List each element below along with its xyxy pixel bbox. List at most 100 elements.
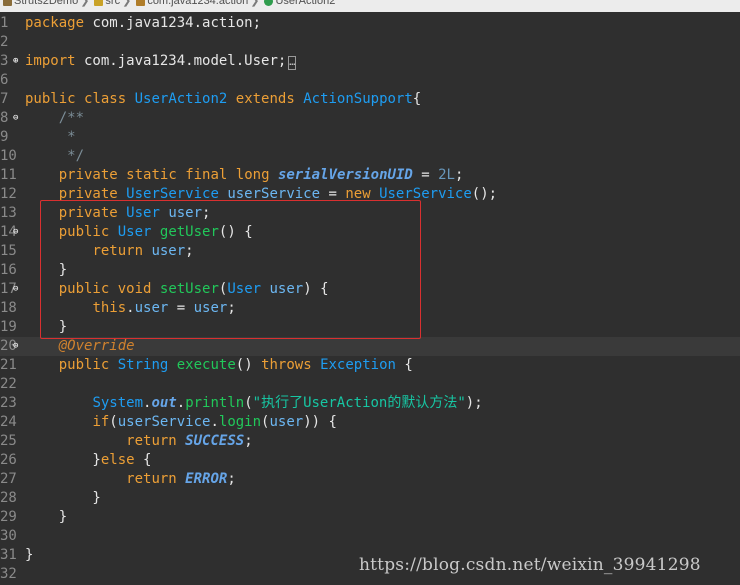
code-line[interactable]: */ xyxy=(0,147,740,166)
code-line[interactable]: @Override xyxy=(0,337,740,356)
code-token: out xyxy=(151,395,177,411)
line-number: 7 xyxy=(0,91,9,107)
line-number: 31 xyxy=(0,547,17,563)
line-number: 23 xyxy=(0,395,17,411)
code-line[interactable]: return ERROR; xyxy=(0,470,740,489)
code-token: println xyxy=(185,395,245,411)
code-line[interactable]: * xyxy=(0,128,740,147)
code-token: import xyxy=(25,53,76,69)
line-number: 26 xyxy=(0,452,17,468)
code-text: } xyxy=(25,489,101,508)
code-token: System xyxy=(92,395,144,411)
breadcrumb-separator-icon: ❯ xyxy=(250,0,260,7)
line-number: 10 xyxy=(0,148,17,164)
fold-collapse-icon[interactable]: ⊖ xyxy=(13,285,22,294)
code-text: System.out.println("执行了UserAction的默认方法")… xyxy=(25,394,482,413)
code-line[interactable]: public class UserAction2 extends ActionS… xyxy=(0,90,740,109)
fold-collapse-icon[interactable]: ⊖ xyxy=(13,342,22,351)
code-token: user xyxy=(269,414,304,430)
code-token: UserAction2 xyxy=(134,91,228,107)
code-token: throws xyxy=(261,357,312,373)
code-text: */ xyxy=(25,147,84,166)
code-token: . xyxy=(210,414,219,430)
line-number: 16 xyxy=(0,262,17,278)
code-token: } xyxy=(25,547,34,563)
code-line[interactable]: if(userService.login(user)) { xyxy=(0,413,740,432)
code-token: SUCCESS xyxy=(185,433,245,449)
code-token: Exception xyxy=(320,357,396,373)
code-text: public String execute() throws Exception… xyxy=(25,356,413,375)
code-text: private static final long serialVersionU… xyxy=(25,166,464,185)
code-token: } xyxy=(25,452,101,468)
fold-collapse-icon[interactable]: ⊖ xyxy=(13,114,22,123)
breadcrumb-item-0[interactable]: Struts2Demo ❯ xyxy=(0,0,91,7)
breadcrumb-label: UserAction2 xyxy=(275,0,336,7)
package-icon xyxy=(136,0,146,6)
code-token: = xyxy=(412,167,439,183)
breadcrumb-item-1[interactable]: src ❯ xyxy=(91,0,133,7)
code-token: ( xyxy=(244,395,253,411)
code-text: if(userService.login(user)) { xyxy=(25,413,336,432)
code-line[interactable] xyxy=(0,527,740,546)
code-text: }else { xyxy=(25,451,151,470)
code-line[interactable]: return SUCCESS; xyxy=(0,432,740,451)
code-token: userService xyxy=(117,414,211,430)
code-token: ; xyxy=(244,433,253,449)
breadcrumb-label: Struts2Demo xyxy=(14,0,79,7)
code-token: { xyxy=(395,357,413,373)
code-text: package com.java1234.action; xyxy=(25,14,261,33)
line-number: 6 xyxy=(0,72,9,88)
line-number: 27 xyxy=(0,471,17,487)
code-line[interactable]: private static final long serialVersionU… xyxy=(0,166,740,185)
code-token: login xyxy=(218,414,262,430)
code-token: return xyxy=(126,471,177,487)
code-token: ActionSupport xyxy=(303,91,413,107)
code-line[interactable] xyxy=(0,375,740,394)
code-token: serialVersionUID xyxy=(277,167,413,183)
code-token: @Override xyxy=(58,338,135,354)
code-token: if xyxy=(92,414,110,430)
code-token: com.java1234.action; xyxy=(84,15,262,31)
breadcrumb-separator-icon: ❯ xyxy=(80,0,90,7)
code-line[interactable]: public String execute() throws Exception… xyxy=(0,356,740,375)
breadcrumb-item-3[interactable]: UserAction2 xyxy=(261,0,335,7)
code-line[interactable] xyxy=(0,33,740,52)
code-token: * xyxy=(25,129,76,145)
code-line[interactable]: /** xyxy=(0,109,740,128)
line-number: 12 xyxy=(0,186,17,202)
code-line[interactable]: }else { xyxy=(0,451,740,470)
code-token: return xyxy=(126,433,177,449)
line-number: 25 xyxy=(0,433,17,449)
fold-expand-icon[interactable]: ⊕ xyxy=(13,57,22,66)
code-token: ( xyxy=(109,414,118,430)
code-line[interactable]: package com.java1234.action; xyxy=(0,14,740,33)
code-text: return ERROR; xyxy=(25,470,236,489)
code-text: * xyxy=(25,128,76,147)
code-line[interactable]: } xyxy=(0,489,740,508)
code-token: long xyxy=(235,167,270,183)
code-text: import com.java1234.model.User;… xyxy=(25,52,297,71)
code-line[interactable] xyxy=(0,71,740,90)
code-token: … xyxy=(288,56,297,70)
line-number: 24 xyxy=(0,414,17,430)
code-token: } xyxy=(25,490,101,506)
class-icon xyxy=(264,0,274,6)
fold-collapse-icon[interactable]: ⊖ xyxy=(13,228,22,237)
code-token: { xyxy=(134,452,152,468)
code-line[interactable]: import com.java1234.model.User;… xyxy=(0,52,740,71)
code-line[interactable]: } xyxy=(0,508,740,527)
code-line[interactable]: System.out.println("执行了UserAction的默认方法")… xyxy=(0,394,740,413)
code-token: execute xyxy=(176,357,236,373)
breadcrumb-item-2[interactable]: com.java1234.action ❯ xyxy=(133,0,261,7)
line-number: 15 xyxy=(0,243,17,259)
